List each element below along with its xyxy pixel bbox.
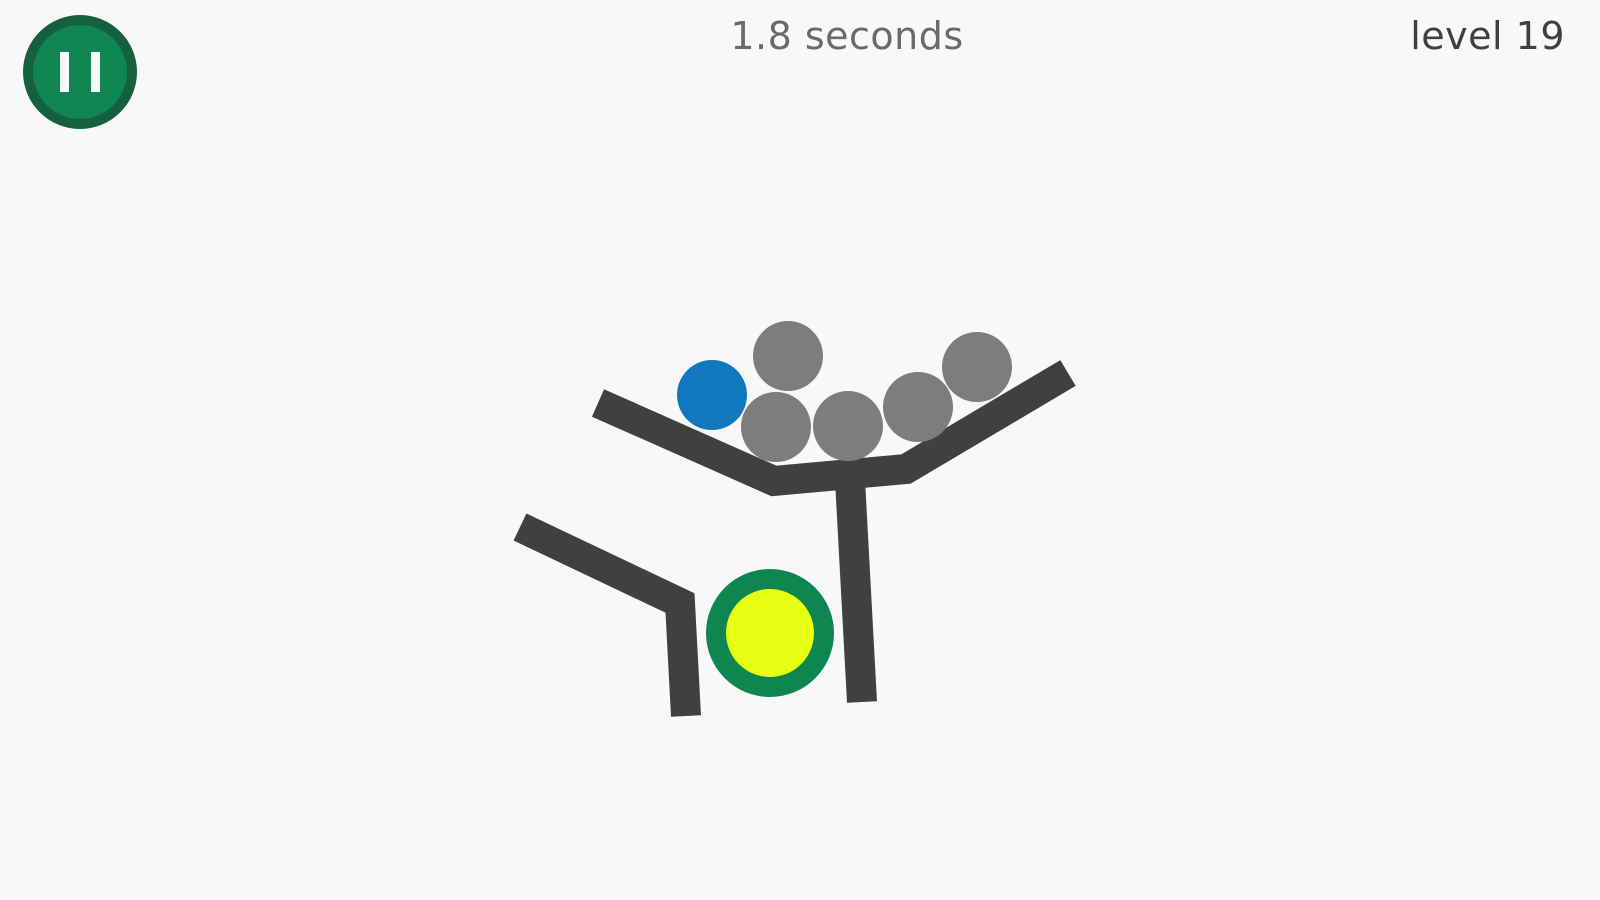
- goal-center: [726, 589, 814, 677]
- funnel-stem: [835, 479, 877, 703]
- game-stage[interactable]: 1.8 seconds level 19: [0, 0, 1600, 900]
- gray-ball: [813, 391, 883, 461]
- gray-ball: [942, 332, 1012, 402]
- gray-ball: [753, 321, 823, 391]
- game-scene: [513, 321, 1076, 717]
- left-bent-wall: [513, 513, 701, 717]
- blue-ball: [677, 360, 747, 430]
- gray-ball: [741, 392, 811, 462]
- gray-ball: [883, 372, 953, 442]
